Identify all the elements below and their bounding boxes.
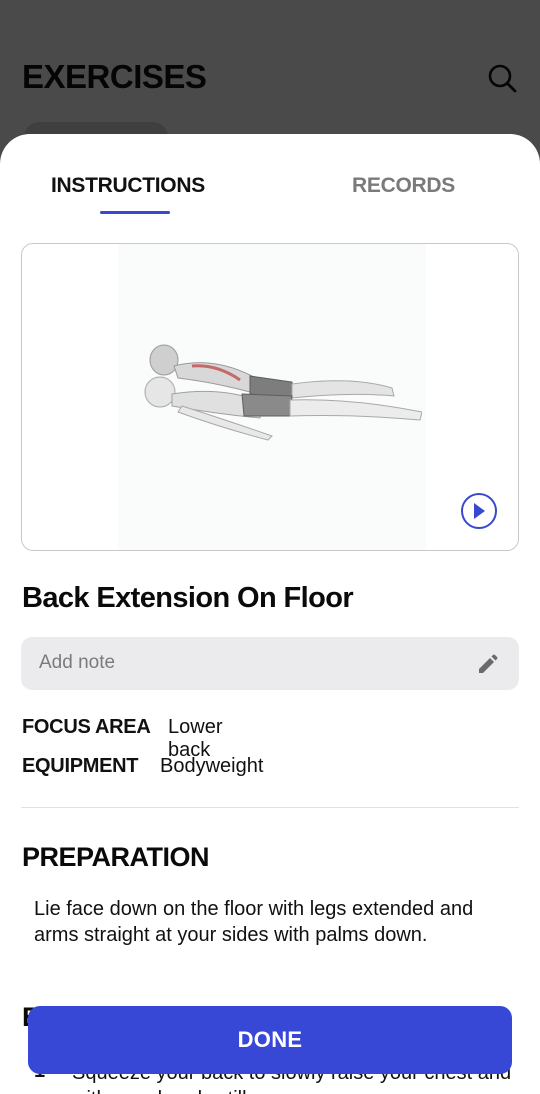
page-title: EXERCISES (22, 58, 207, 95)
play-icon (474, 503, 485, 519)
tab-records[interactable]: RECORDS (352, 174, 455, 198)
preparation-title: PREPARATION (22, 842, 210, 872)
note-placeholder: Add note (39, 652, 116, 673)
tab-instructions[interactable]: INSTRUCTIONS (51, 174, 205, 198)
exercise-animation-card[interactable] (21, 243, 519, 551)
exercise-detail-sheet: INSTRUCTIONS RECORDS Back Extension On F… (0, 134, 540, 1094)
exercise-name: Back Extension On Floor (22, 582, 354, 614)
equipment-label: EQUIPMENT (22, 755, 139, 777)
edit-pencil-icon[interactable] (476, 654, 498, 676)
note-field[interactable]: Add note (21, 637, 519, 690)
focus-area-row: FOCUS AREA Lower back (22, 716, 222, 761)
divider (21, 807, 519, 808)
equipment-value: Bodyweight (160, 755, 264, 777)
focus-area-label: FOCUS AREA (22, 716, 151, 738)
exercise-illustration (144, 344, 422, 441)
done-button[interactable]: DONE (28, 1006, 512, 1074)
search-icon[interactable] (486, 62, 518, 94)
play-video-button[interactable] (461, 493, 497, 529)
active-tab-indicator (100, 211, 170, 214)
preparation-text: Lie face down on the floor with legs ext… (34, 898, 474, 946)
tab-bar: INSTRUCTIONS RECORDS (0, 134, 540, 224)
equipment-row: EQUIPMENT Bodyweight (22, 755, 263, 778)
